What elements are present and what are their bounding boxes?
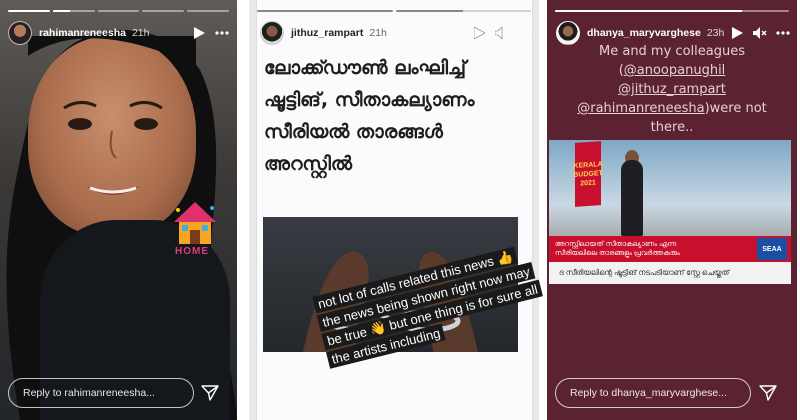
story-rahimanreneesha[interactable]: HOME rahimanreneesha 21h bbox=[0, 0, 237, 420]
story-timestamp: 21h bbox=[369, 27, 387, 39]
news-ticker-red-text: അറസ്റ്റിലായത് സീതാകല്യാണം എന്ന സീരിയലിലെ… bbox=[555, 240, 680, 258]
more-icon[interactable] bbox=[776, 26, 790, 40]
ticker-line: അറസ്റ്റിലായത് സീതാകല്യാണം എന്ന bbox=[555, 241, 677, 248]
story-username[interactable]: rahimanreneesha bbox=[39, 27, 126, 39]
story-header: jithuz_rampart 21h bbox=[260, 20, 532, 46]
avatar[interactable] bbox=[8, 21, 32, 45]
play-icon[interactable] bbox=[192, 26, 206, 40]
news-ticker-white-text: ദ സീരിയലിന്റെ ഷൂട്ടിങ് നടപടിയാണ് സ്റ്റേ … bbox=[559, 268, 730, 277]
story-username[interactable]: dhanya_maryvarghese bbox=[587, 27, 701, 39]
story-progress-bar bbox=[555, 10, 789, 12]
reply-field[interactable] bbox=[555, 378, 751, 408]
story-text-overlay: Me and my colleagues (@anoopanughil @jit… bbox=[555, 42, 789, 137]
story-timestamp: 21h bbox=[131, 27, 150, 39]
news-broadcast-screenshot: KERALA BUDGET 2021 അറസ്റ്റിലായത് സീതാകല്… bbox=[549, 140, 791, 284]
ticker-line: സീരിയലിലെ താരങ്ങളും പ്രവർത്തകരും bbox=[555, 250, 680, 257]
reply-input[interactable] bbox=[570, 387, 750, 399]
avatar[interactable] bbox=[260, 21, 284, 45]
budget-logo: KERALA BUDGET 2021 bbox=[573, 141, 603, 207]
mention-link[interactable]: @jithuz_rampart bbox=[618, 82, 726, 97]
sticker-text: HOME bbox=[175, 246, 209, 257]
channel-badge: SEAA bbox=[757, 238, 787, 260]
play-icon[interactable] bbox=[472, 26, 486, 40]
more-icon[interactable] bbox=[215, 26, 229, 40]
news-headline: ലോക്ക്ഡൗൺ ലംഘിച്ച് ഷൂട്ടിങ്, സീതാകല്യാണം… bbox=[264, 57, 475, 175]
more-icon[interactable] bbox=[518, 26, 532, 40]
story-timestamp: 23h bbox=[706, 27, 725, 39]
avatar[interactable] bbox=[556, 21, 580, 45]
mention-link[interactable]: @anoopanughil bbox=[624, 63, 726, 78]
send-icon[interactable] bbox=[758, 383, 778, 403]
reply-field[interactable] bbox=[8, 378, 194, 408]
send-icon[interactable] bbox=[200, 383, 220, 403]
reply-input[interactable] bbox=[23, 387, 193, 399]
story-username[interactable]: jithuz_rampart bbox=[291, 27, 363, 39]
story-header: rahimanreneesha 21h bbox=[8, 20, 229, 46]
story-progress-bar bbox=[8, 10, 229, 12]
story-header: dhanya_maryvarghese 23h bbox=[556, 20, 790, 46]
mute-icon[interactable] bbox=[753, 26, 767, 40]
news-anchor bbox=[621, 160, 643, 236]
story-progress-bar bbox=[257, 10, 531, 12]
mute-icon[interactable] bbox=[495, 26, 509, 40]
mention-link[interactable]: @rahimanreneesha bbox=[577, 101, 704, 116]
face-details bbox=[28, 36, 196, 195]
play-icon[interactable] bbox=[730, 26, 744, 40]
